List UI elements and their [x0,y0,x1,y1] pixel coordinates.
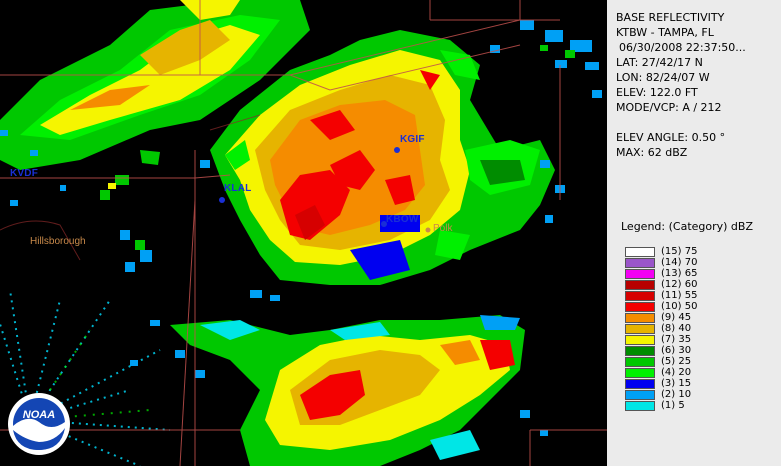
legend-label: (12) 60 [661,279,698,290]
legend-label: (9) 45 [661,312,692,323]
elevation: ELEV: 122.0 FT [616,86,698,99]
legend-swatch [625,291,655,301]
product-title: BASE REFLECTIVITY [616,11,725,24]
legend-label: (5) 25 [661,356,692,367]
noaa-logo-text: NOAA [23,409,55,421]
site-label-kbow: KBOW [386,214,419,225]
county-label-hillsborough: Hillsborough [30,236,86,247]
scan-datetime: 06/30/2008 22:37:50... [619,41,746,54]
legend-label: (1) 5 [661,400,685,411]
legend-swatch [625,368,655,378]
max-reflectivity: MAX: 62 dBZ [616,146,688,159]
longitude: LON: 82/24/07 W [616,71,710,84]
legend-label: (11) 55 [661,290,698,301]
info-panel: BASE REFLECTIVITY KTBW - TAMPA, FL 06/30… [607,0,781,466]
latitude: LAT: 27/42/17 N [616,56,703,69]
site-label-kgif: KGIF [400,134,425,145]
elevation-angle: ELEV ANGLE: 0.50 ° [616,131,726,144]
legend-swatch [625,302,655,312]
legend-label: (14) 70 [661,257,698,268]
legend-label: (8) 40 [661,323,692,334]
radar-echoes [0,0,607,466]
legend-swatch [625,335,655,345]
station-name: KTBW - TAMPA, FL [616,26,714,39]
legend-swatch [625,346,655,356]
radar-map[interactable]: KVDF KLAL KGIF KBOW Hillsborough Polk NO… [0,0,607,466]
legend-label: (15) 75 [661,246,698,257]
legend-label: (7) 35 [661,334,692,345]
legend-swatch [625,390,655,400]
legend-swatch [625,324,655,334]
mode-vcp: MODE/VCP: A / 212 [616,101,722,114]
legend-swatch [625,313,655,323]
legend-label: (2) 10 [661,389,692,400]
legend-title: Legend: (Category) dBZ [621,220,753,233]
legend-swatch [625,379,655,389]
site-label-kvdf: KVDF [10,168,39,179]
site-label-klal: KLAL [224,183,252,194]
noaa-logo-icon: NOAA [7,392,71,456]
legend-swatch [625,401,655,411]
legend-swatch [625,247,655,257]
legend-label: (10) 50 [661,301,698,312]
legend-label: (4) 20 [661,367,692,378]
legend-label: (6) 30 [661,345,692,356]
legend-swatch [625,280,655,290]
legend-swatch [625,258,655,268]
legend-swatch [625,357,655,367]
legend-label: (3) 15 [661,378,692,389]
legend-label: (13) 65 [661,268,698,279]
county-label-polk: Polk [433,223,453,234]
legend-swatch [625,269,655,279]
